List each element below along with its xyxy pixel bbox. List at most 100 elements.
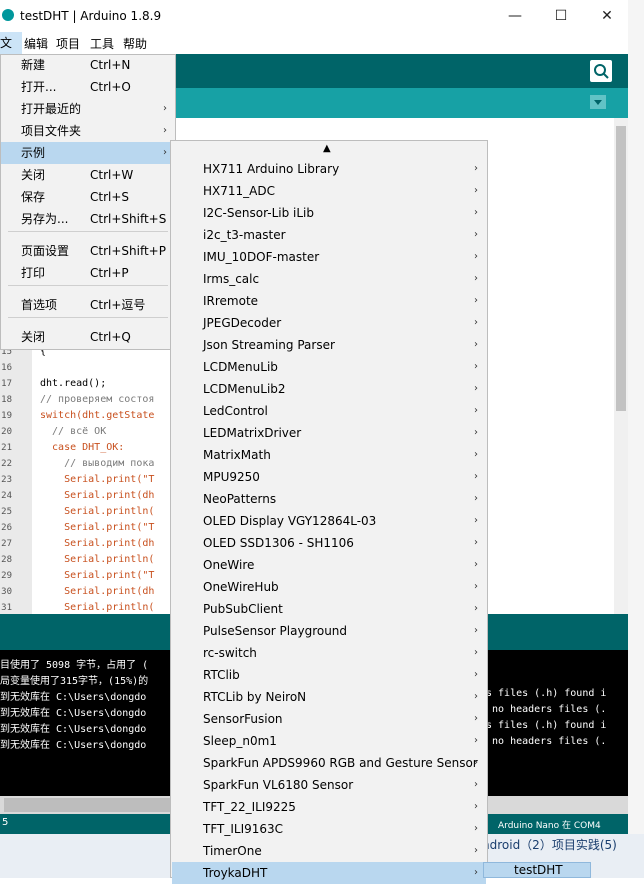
file-menu-item-label: 打开... <box>21 80 57 94</box>
example-library-item[interactable]: PubSubClient › <box>172 598 486 620</box>
example-library-item[interactable]: HX711 Arduino Library › <box>172 158 486 180</box>
example-library-item[interactable]: TimerOne › <box>172 840 486 862</box>
example-library-item[interactable]: SparkFun APDS9960 RGB and Gesture Sensor… <box>172 752 486 774</box>
code-line: Serial.print("T <box>40 570 155 581</box>
status-board: Arduino Nano 在 COM4 <box>498 821 601 831</box>
line-number: 24 <box>1 491 12 501</box>
file-menu-item-label: 示例 <box>21 146 46 160</box>
file-menu-item[interactable]: 打开最近的 › <box>1 98 174 120</box>
tab-menu-button[interactable] <box>590 95 606 109</box>
example-library-label: PubSubClient <box>203 602 283 616</box>
example-library-item[interactable]: rc-switch › <box>172 642 486 664</box>
console-line: 局变量使用了315字节，(15%)的 <box>0 676 149 687</box>
example-library-item[interactable]: RTCLib by NeiroN › <box>172 686 486 708</box>
editor-scroll-thumb[interactable] <box>616 126 626 411</box>
code-line: Serial.println( <box>40 554 155 565</box>
menu-tools[interactable]: 工具 <box>90 35 114 52</box>
example-library-label: Sleep_n0m1 <box>203 734 277 748</box>
example-library-item[interactable]: LEDMatrixDriver › <box>172 422 486 444</box>
file-menu-item[interactable]: 示例 › <box>1 142 174 164</box>
file-menu-item[interactable]: 另存为... Ctrl+Shift+S <box>1 208 174 230</box>
example-library-item[interactable]: MPU9250 › <box>172 466 486 488</box>
serial-monitor-button[interactable] <box>590 60 612 82</box>
example-library-item[interactable]: LCDMenuLib2 › <box>172 378 486 400</box>
file-menu-item-shortcut: Ctrl+Shift+P <box>90 244 166 258</box>
status-line-number: 5 <box>2 817 9 828</box>
example-library-item[interactable]: OneWireHub › <box>172 576 486 598</box>
line-number: 20 <box>1 427 12 437</box>
file-menu-item-shortcut: Ctrl+W <box>90 168 134 182</box>
line-number: 23 <box>1 475 12 485</box>
code-line: Serial.println( <box>40 602 155 613</box>
magnifier-icon <box>594 64 609 79</box>
example-library-item[interactable]: OLED SSD1306 - SH1106 › <box>172 532 486 554</box>
chevron-right-icon: › <box>474 295 478 306</box>
example-library-item[interactable]: LedControl › <box>172 400 486 422</box>
example-library-item[interactable]: OneWire › <box>172 554 486 576</box>
console-line: 到无效库在 C:\Users\dongdo <box>0 740 147 751</box>
example-library-item[interactable]: TFT_ILI9163C › <box>172 818 486 840</box>
chevron-right-icon: › <box>474 801 478 812</box>
example-library-item[interactable]: TFT_22_ILI9225 › <box>172 796 486 818</box>
code-line: switch(dht.getState <box>40 410 155 421</box>
chevron-right-icon: › <box>474 163 478 174</box>
file-menu-item[interactable]: 打开... Ctrl+O <box>1 76 174 98</box>
example-library-item[interactable]: NeoPatterns › <box>172 488 486 510</box>
maximize-button[interactable]: ☐ <box>538 0 584 32</box>
chevron-right-icon: › <box>474 405 478 416</box>
example-library-item[interactable]: JPEGDecoder › <box>172 312 486 334</box>
line-number: 29 <box>1 571 12 581</box>
chevron-right-icon: › <box>474 845 478 856</box>
code-line: // всё OK <box>40 426 107 437</box>
menu-sketch[interactable]: 项目 <box>56 35 80 52</box>
example-library-item[interactable]: IRremote › <box>172 290 486 312</box>
chevron-right-icon: › <box>474 317 478 328</box>
menu-file[interactable]: 文件 <box>0 32 22 72</box>
example-library-item[interactable]: HX711_ADC › <box>172 180 486 202</box>
file-menu-item[interactable]: 打印 Ctrl+P <box>1 262 174 284</box>
chevron-right-icon: › <box>474 383 478 394</box>
example-library-item[interactable]: TroykaDHT › <box>172 862 486 884</box>
example-library-item[interactable]: Sleep_n0m1 › <box>172 730 486 752</box>
example-library-item[interactable]: i2c_t3-master › <box>172 224 486 246</box>
chevron-right-icon: › <box>474 823 478 834</box>
menu-edit[interactable]: 编辑 <box>24 35 48 52</box>
example-library-label: SensorFusion <box>203 712 283 726</box>
example-library-item[interactable]: Irms_calc › <box>172 268 486 290</box>
code-line: case DHT_OK: <box>40 442 125 453</box>
file-menu-item[interactable]: 项目文件夹 › <box>1 120 174 142</box>
example-library-label: i2c_t3-master <box>203 228 286 242</box>
example-library-label: IRremote <box>203 294 259 308</box>
chevron-right-icon: › <box>474 207 478 218</box>
file-menu-item[interactable]: 关闭 Ctrl+Q <box>1 326 174 348</box>
example-library-item[interactable]: MatrixMath › <box>172 444 486 466</box>
file-menu-item-label: 页面设置 <box>21 244 70 258</box>
example-library-item[interactable]: SensorFusion › <box>172 708 486 730</box>
example-library-item[interactable]: RTClib › <box>172 664 486 686</box>
example-library-label: MPU9250 <box>203 470 260 484</box>
example-library-item[interactable]: I2C-Sensor-Lib iLib › <box>172 202 486 224</box>
example-library-item[interactable]: LCDMenuLib › <box>172 356 486 378</box>
file-menu-item[interactable]: 首选项 Ctrl+逗号 <box>1 294 174 316</box>
menu-help[interactable]: 帮助 <box>123 35 147 52</box>
close-button[interactable]: ✕ <box>584 0 630 32</box>
example-library-item[interactable]: OLED Display VGY12864L-03 › <box>172 510 486 532</box>
file-menu-item[interactable]: 新建 Ctrl+N <box>1 54 174 76</box>
menu-separator <box>8 231 168 232</box>
example-library-item[interactable]: Json Streaming Parser › <box>172 334 486 356</box>
scroll-up-arrow-icon[interactable]: ▲ <box>323 143 331 154</box>
example-library-item[interactable]: SparkFun VL6180 Sensor › <box>172 774 486 796</box>
example-library-item[interactable]: PulseSensor Playground › <box>172 620 486 642</box>
code-line: // проверяем состоя <box>40 394 155 405</box>
minimize-button[interactable]: — <box>492 0 538 32</box>
file-menu-item[interactable]: 页面设置 Ctrl+Shift+P <box>1 240 174 262</box>
file-menu-item-label: 新建 <box>21 58 46 72</box>
file-menu-item[interactable]: 关闭 Ctrl+W <box>1 164 174 186</box>
file-menu-item-label: 打开最近的 <box>21 102 82 116</box>
menu-bar: 文件 编辑 项目 工具 帮助 <box>0 32 628 72</box>
example-submenu-item-testdht[interactable]: testDHT <box>483 862 591 878</box>
console-line: 目使用了 5098 字节，占用了 ( <box>0 660 149 671</box>
example-library-item[interactable]: IMU_10DOF-master › <box>172 246 486 268</box>
file-menu-item[interactable]: 保存 Ctrl+S <box>1 186 174 208</box>
code-line: // выводим пока <box>40 458 155 469</box>
